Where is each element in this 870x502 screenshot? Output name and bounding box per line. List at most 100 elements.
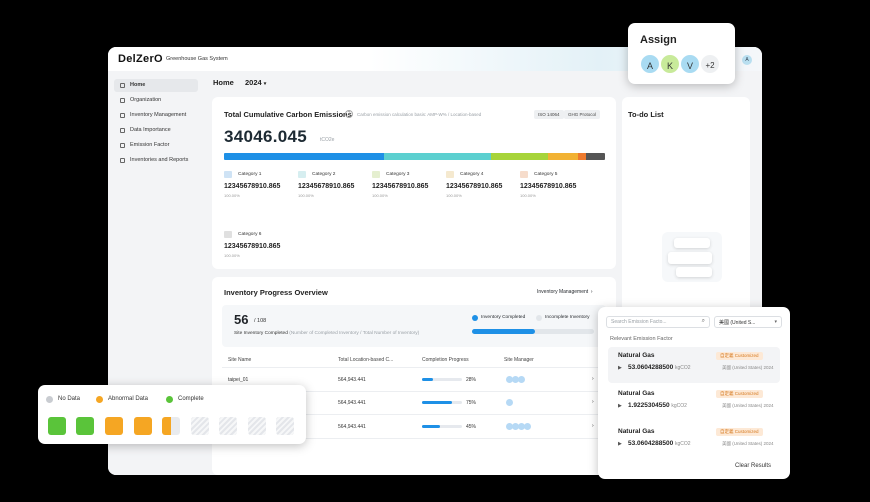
breadcrumb: Home: [213, 78, 234, 87]
col-total[interactable]: Total Location-based C...: [338, 357, 393, 363]
progress-summary: 56 / 108 Site Inventory Completed (Numbe…: [222, 305, 606, 347]
no-data-label: No Data: [58, 396, 81, 402]
emission-bar-segment: [384, 153, 491, 160]
site-total: 564,943.441: [338, 377, 366, 383]
manager-avatar[interactable]: [518, 376, 525, 383]
customized-badge: 自定義 Customized: [716, 428, 763, 436]
emission-factor-popup: Search Emission Facto... ⌕ 美國 (United S.…: [598, 307, 790, 479]
category-icon: [224, 231, 232, 238]
overall-progress-fill: [472, 329, 536, 334]
completed-legend: Inventory Completed: [481, 315, 526, 320]
progress-card: Inventory Progress Overview Inventory Ma…: [212, 277, 616, 475]
search-input[interactable]: Search Emission Facto... ⌕: [606, 316, 710, 328]
status-cell-no-data[interactable]: [276, 417, 294, 435]
manager-avatar[interactable]: [506, 399, 513, 406]
region-select[interactable]: 美國 (United S... ▾: [714, 316, 782, 328]
status-cell-abnormal[interactable]: [162, 417, 180, 435]
empty-illustration: [662, 232, 722, 282]
sidebar-item-inventory[interactable]: Inventory Management: [114, 109, 198, 122]
sidebar-item-emission-factor[interactable]: Emission Factor: [114, 139, 198, 152]
completed-count: 56: [234, 312, 249, 327]
row-progress-bar: [422, 378, 462, 381]
status-cell-complete[interactable]: [48, 417, 66, 435]
user-avatar[interactable]: A: [742, 55, 752, 65]
category-icon: [446, 171, 454, 178]
ef-heading: Relevant Emission Factor: [610, 336, 673, 342]
chevron-right-icon[interactable]: ›: [592, 423, 594, 429]
clear-results-button[interactable]: Clear Results: [735, 463, 771, 469]
assignee-avatar[interactable]: A: [639, 53, 661, 75]
reports-icon: [120, 158, 125, 163]
status-legend-popup: No Data Abnormal Data Complete: [38, 385, 306, 444]
emissions-unit: tCO2e: [320, 137, 335, 143]
completed-legend-dot: [472, 315, 478, 321]
inventory-icon: [120, 113, 125, 118]
search-icon: ⌕: [701, 318, 705, 324]
abnormal-dot: [96, 396, 103, 403]
chevron-down-icon: ▾: [263, 81, 267, 87]
total-emissions: 34046.045: [224, 127, 308, 146]
emissions-card: Total Cumulative Carbon Emissions ? Carb…: [212, 97, 616, 269]
sidebar-item-reports[interactable]: Inventories and Reports: [114, 154, 198, 167]
expand-icon[interactable]: ▶: [618, 403, 622, 409]
row-progress-bar: [422, 425, 462, 428]
emission-bar-segment: [585, 153, 605, 160]
assignee-avatar[interactable]: V: [679, 53, 701, 75]
sidebar-item-organization[interactable]: Organization: [114, 94, 198, 107]
assign-popup: Assign A K V +2: [628, 23, 735, 84]
chevron-down-icon: ▾: [774, 319, 777, 325]
emission-bar-segment: [578, 153, 586, 160]
col-progress[interactable]: Completion Progress: [422, 357, 469, 363]
ef-result-row[interactable]: Natural Gas 自定義 Customized ▶ 1.922530455…: [608, 385, 780, 421]
status-cell-abnormal[interactable]: [105, 417, 123, 435]
category-icon: [372, 171, 380, 178]
illustration-card: [676, 267, 712, 277]
ef-result-row[interactable]: Natural Gas 自定義 Customized ▶ 53.06042885…: [608, 347, 780, 383]
iso-tag[interactable]: ISO 14064: [534, 110, 564, 119]
col-site-name[interactable]: Site Name: [228, 357, 251, 363]
divider: [222, 367, 606, 368]
complete-dot: [166, 396, 173, 403]
abnormal-label: Abnormal Data: [108, 396, 149, 402]
chevron-right-icon: ›: [589, 289, 593, 295]
expand-icon[interactable]: ▶: [618, 441, 622, 447]
factor-icon: [120, 143, 125, 148]
organization-icon: [120, 98, 125, 103]
status-cell-no-data[interactable]: [191, 417, 209, 435]
row-progress-bar: [422, 401, 462, 404]
ghg-tag[interactable]: GHG Protocol: [564, 110, 601, 119]
total-count: / 108: [254, 318, 267, 324]
site-total: 564,943.441: [338, 424, 366, 430]
category-icon: [224, 171, 232, 178]
app-logo: DelZerO: [118, 53, 163, 65]
more-assignees[interactable]: +2: [699, 53, 721, 75]
status-cell-no-data[interactable]: [219, 417, 237, 435]
customized-badge: 自定義 Customized: [716, 390, 763, 398]
status-cell-no-data[interactable]: [248, 417, 266, 435]
row-progress-pct: 75%: [466, 400, 477, 406]
assignee-avatar[interactable]: K: [659, 53, 681, 75]
year-selector[interactable]: 2024 ▾: [245, 78, 266, 87]
category-icon: [520, 171, 528, 178]
ef-result-row[interactable]: Natural Gas 自定義 Customized ▶ 53.06042885…: [608, 423, 780, 459]
sidebar-item-home[interactable]: Home: [114, 79, 198, 92]
category-icon: [298, 171, 306, 178]
chevron-right-icon[interactable]: ›: [592, 399, 594, 405]
data-icon: [120, 128, 125, 133]
inventory-management-link[interactable]: Inventory Management ›: [537, 289, 593, 295]
assign-title: Assign: [640, 34, 677, 46]
manager-avatar[interactable]: [524, 423, 531, 430]
emission-bar-segment: [490, 153, 548, 160]
site-name: taipei_01: [228, 377, 249, 383]
expand-icon[interactable]: ▶: [618, 365, 622, 371]
complete-label: Complete: [178, 396, 204, 402]
col-manager[interactable]: Site Manager: [504, 357, 534, 363]
sidebar-item-data[interactable]: Data Importance: [114, 124, 198, 137]
info-icon[interactable]: ?: [345, 110, 353, 118]
incomplete-legend: Incomplete Inventory: [545, 315, 590, 320]
status-cell-complete[interactable]: [76, 417, 94, 435]
chevron-right-icon[interactable]: ›: [592, 376, 594, 382]
status-cell-abnormal[interactable]: [134, 417, 152, 435]
app-subtitle: Greenhouse Gas System: [166, 56, 228, 62]
row-progress-pct: 28%: [466, 377, 477, 383]
